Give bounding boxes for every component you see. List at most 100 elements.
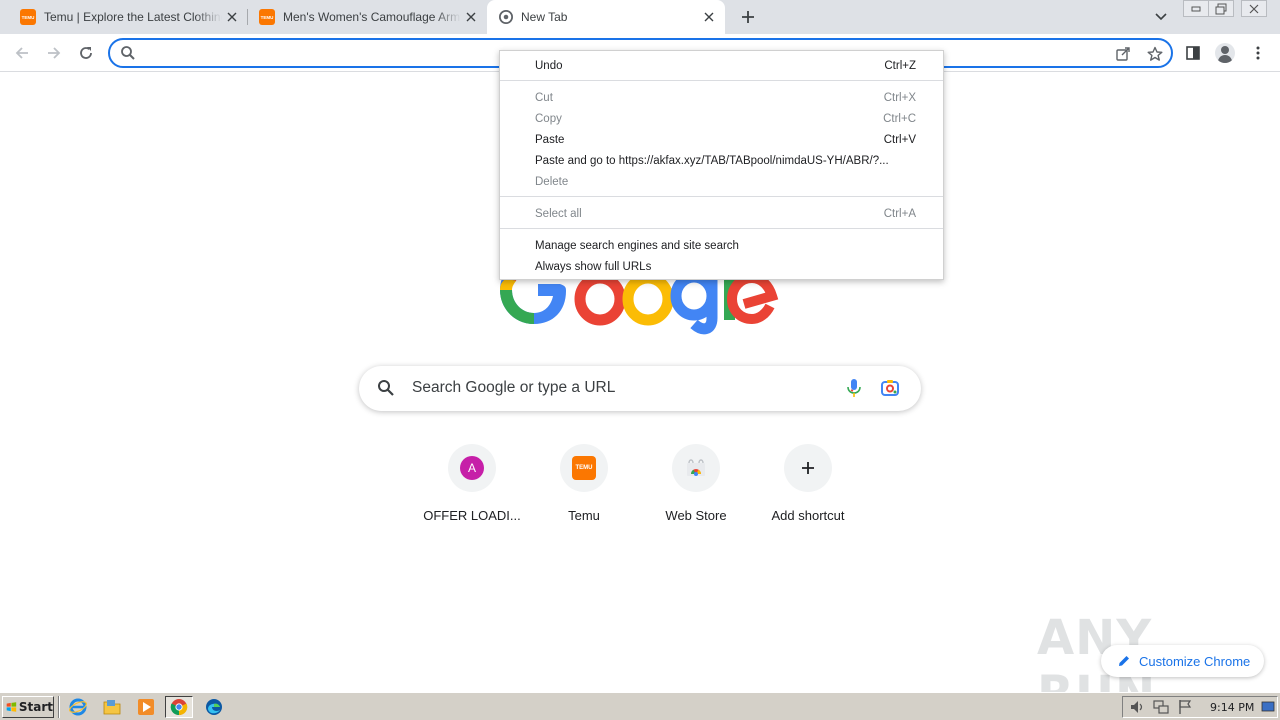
menu-item-label: Manage search engines and site search: [535, 239, 739, 252]
share-button[interactable]: [1114, 45, 1132, 63]
menu-separator: [500, 228, 943, 229]
search-icon: [121, 46, 135, 60]
restore-icon: [1215, 3, 1227, 14]
forward-arrow-icon: [48, 47, 61, 59]
tab-temu-home[interactable]: TEMU Temu | Explore the Latest Clothing,…: [0, 0, 246, 34]
temu-logo-icon: TEMU: [20, 9, 36, 25]
menu-item-shortcut: Ctrl+V: [883, 133, 916, 146]
customize-label: Customize Chrome: [1139, 653, 1251, 669]
close-icon: [1249, 4, 1259, 13]
star-icon: [1147, 46, 1163, 61]
flag-icon[interactable]: [1177, 699, 1193, 715]
taskbar-explorer-button[interactable]: [98, 696, 126, 718]
close-icon[interactable]: [701, 9, 717, 25]
shortcut-label: Web Store: [665, 508, 727, 523]
volume-icon[interactable]: [1129, 699, 1145, 715]
menu-item-shortcut: Ctrl+A: [883, 207, 916, 220]
windows-taskbar: Start 9:14 PM: [0, 692, 1280, 720]
shortcut-temu[interactable]: TEMU Temu: [528, 443, 640, 533]
letter-avatar-icon: A: [460, 456, 484, 480]
side-panel-icon: [1186, 46, 1200, 60]
menu-item-label: Delete: [535, 175, 569, 188]
menu-item-shortcut: Ctrl+Z: [884, 59, 916, 72]
chevron-down-icon: [1155, 13, 1167, 21]
show-desktop-icon[interactable]: [1261, 701, 1275, 713]
search-placeholder: Search Google or type a URL: [412, 379, 616, 396]
network-icon[interactable]: [1153, 699, 1169, 715]
internet-explorer-icon: [69, 698, 87, 716]
search-icon: [378, 380, 394, 396]
menu-item-shortcut: Ctrl+X: [883, 91, 916, 104]
tab-title: Men's Women's Camouflage Army Ha: [283, 10, 461, 24]
share-icon: [1116, 47, 1130, 61]
pencil-icon: [1119, 656, 1129, 666]
temu-logo-icon: TEMU: [572, 456, 596, 480]
menu-item-undo[interactable]: Undo Ctrl+Z: [500, 55, 943, 76]
menu-separator: [500, 80, 943, 81]
restore-button[interactable]: [1208, 0, 1234, 17]
close-icon[interactable]: [224, 9, 240, 25]
tab-search-button[interactable]: [1150, 7, 1172, 27]
shortcut-offer-loading[interactable]: A OFFER LOADI...: [416, 443, 528, 533]
close-icon[interactable]: [463, 9, 479, 25]
menu-item-label: Select all: [535, 207, 582, 220]
menu-item-label: Paste and go to https://akfax.xyz/TAB/TA…: [535, 154, 889, 167]
reload-button[interactable]: [74, 41, 98, 65]
minimize-button[interactable]: [1183, 0, 1209, 17]
taskbar-ie-button[interactable]: [64, 696, 92, 718]
tab-camouflage-hat[interactable]: TEMU Men's Women's Camouflage Army Ha: [239, 0, 485, 34]
new-tab-button[interactable]: [736, 6, 760, 28]
bookmark-button[interactable]: [1146, 45, 1164, 63]
menu-item-label: Cut: [535, 91, 553, 104]
reload-icon: [80, 47, 92, 59]
windows-logo-icon: [6, 702, 17, 712]
menu-item-label: Always show full URLs: [535, 260, 652, 273]
menu-item-copy[interactable]: Copy Ctrl+C: [500, 108, 943, 129]
shortcut-label: OFFER LOADI...: [423, 508, 521, 523]
close-window-button[interactable]: [1241, 0, 1267, 17]
context-menu: Undo Ctrl+Z Cut Ctrl+X Copy Ctrl+C Paste…: [499, 50, 944, 280]
menu-item-label: Paste: [535, 133, 565, 146]
chrome-icon: [499, 10, 513, 24]
menu-item-paste-and-go[interactable]: Paste and go to https://akfax.xyz/TAB/TA…: [500, 150, 943, 171]
google-search-box[interactable]: Search Google or type a URL: [359, 366, 921, 411]
shortcut-icon: [672, 444, 720, 492]
avatar: [1215, 43, 1235, 63]
microphone-icon[interactable]: [845, 378, 863, 398]
media-player-icon: [138, 699, 154, 715]
back-arrow-icon: [15, 47, 28, 59]
tab-title: New Tab: [521, 10, 568, 24]
taskbar-chrome-button[interactable]: [165, 696, 193, 718]
google-lens-icon[interactable]: [880, 378, 900, 398]
temu-logo-icon: TEMU: [259, 9, 275, 25]
start-button[interactable]: Start: [2, 696, 54, 718]
menu-item-delete[interactable]: Delete: [500, 171, 943, 192]
menu-button[interactable]: [1246, 41, 1270, 65]
profile-button[interactable]: [1213, 41, 1237, 65]
plus-icon: [742, 11, 754, 23]
folder-icon: [103, 700, 121, 715]
menu-item-manage-search-engines[interactable]: Manage search engines and site search: [500, 235, 943, 256]
start-label: Start: [18, 700, 53, 714]
taskbar-edge-button[interactable]: [200, 696, 228, 718]
forward-button[interactable]: [42, 41, 66, 65]
menu-item-label: Copy: [535, 112, 562, 125]
taskbar-clock[interactable]: 9:14 PM: [1210, 701, 1254, 714]
tab-new-tab[interactable]: New Tab: [487, 0, 725, 34]
web-store-icon: [687, 459, 705, 476]
minimize-icon: [1191, 6, 1201, 11]
menu-item-select-all[interactable]: Select all Ctrl+A: [500, 203, 943, 224]
back-button[interactable]: [10, 41, 34, 65]
system-tray: 9:14 PM: [1122, 696, 1278, 718]
chrome-icon: [170, 699, 188, 716]
customize-chrome-button[interactable]: Customize Chrome: [1101, 645, 1264, 677]
add-shortcut-button[interactable]: Add shortcut: [752, 443, 864, 533]
menu-item-cut[interactable]: Cut Ctrl+X: [500, 87, 943, 108]
menu-item-always-show-full-urls[interactable]: Always show full URLs: [500, 256, 943, 277]
side-panel-button[interactable]: [1181, 41, 1205, 65]
taskbar-media-player-button[interactable]: [132, 696, 160, 718]
shortcut-web-store[interactable]: Web Store: [640, 443, 752, 533]
menu-separator: [500, 196, 943, 197]
plus-icon: [802, 462, 814, 474]
menu-item-paste[interactable]: Paste Ctrl+V: [500, 129, 943, 150]
